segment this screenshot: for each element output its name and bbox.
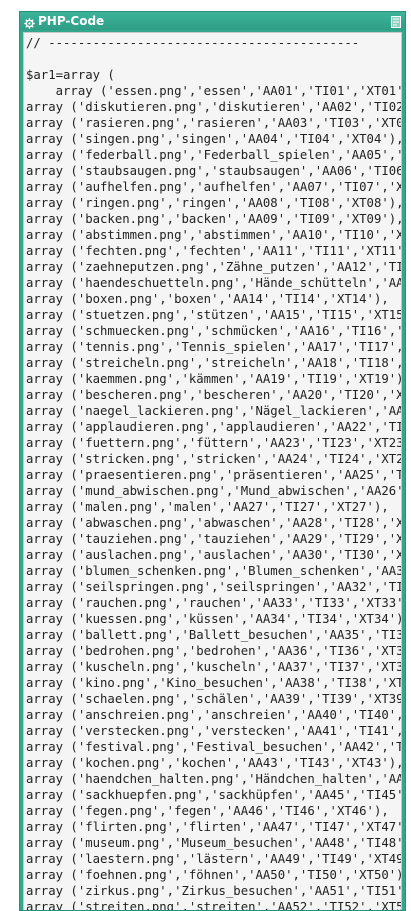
code-line: array ('laestern.png','lästern','AA49','… — [26, 852, 402, 866]
code-line: array ('boxen.png','boxen','AA14','TI14'… — [26, 292, 389, 306]
code-line: // -------------------------------------… — [26, 36, 360, 50]
code-line: array ('fegen.png','fegen','AA46','TI46'… — [26, 804, 389, 818]
code-line: array ('streicheln.png','streicheln','AA… — [26, 356, 402, 370]
php-code-panel: PHP-Code // ----------------------------… — [19, 11, 406, 911]
code-block: // -------------------------------------… — [24, 33, 401, 910]
code-line: array ('fechten.png','fechten','AA11','T… — [26, 244, 402, 258]
code-line: array ('zaehneputzen.png','Zähne_putzen'… — [26, 260, 402, 274]
code-line: array ('rasieren.png','rasieren','AA03',… — [26, 116, 402, 130]
code-box[interactable]: // -------------------------------------… — [23, 32, 402, 910]
code-line: array ('fuettern.png','füttern','AA23','… — [26, 436, 402, 450]
code-line: array ('zirkus.png','Zirkus_besuchen','A… — [26, 884, 402, 898]
code-line: array ('ringen.png','ringen','AA08','TI0… — [26, 196, 402, 210]
select-all-icon[interactable] — [391, 15, 401, 28]
code-line: array ('stuetzen.png','stützen','AA15','… — [26, 308, 402, 322]
code-line: array ('flirten.png','flirten','AA47','T… — [26, 820, 402, 834]
code-line: array ('seilspringen.png','seilspringen'… — [26, 580, 402, 594]
code-line: array ('haendeschuetteln.png','Hände_sch… — [26, 276, 402, 290]
code-line: array ('bedrohen.png','bedrohen','AA36',… — [26, 644, 402, 658]
code-line: array ('streiten.png','streiten','AA52',… — [26, 900, 402, 910]
code-line: array ('foehnen.png','föhnen','AA50','TI… — [26, 868, 402, 882]
code-line: array ('museum.png','Museum_besuchen','A… — [26, 836, 402, 850]
code-line: array ('staubsaugen.png','staubsaugen','… — [26, 164, 402, 178]
code-line: array ('naegel_lackieren.png','Nägel_lac… — [26, 404, 402, 418]
code-line: array ('sackhuepfen.png','sackhüpfen','A… — [26, 788, 402, 802]
code-line: array ('kuessen.png','küssen','AA34','TI… — [26, 612, 402, 626]
code-line: array ('stricken.png','stricken','AA24',… — [26, 452, 402, 466]
code-line: array ('haendchen_halten.png','Händchen_… — [26, 772, 402, 786]
code-line: array ('essen.png','essen','AA01','TI01'… — [26, 84, 402, 98]
code-line: array ('applaudieren.png','applaudieren'… — [26, 420, 402, 434]
code-line: array ('backen.png','backen','AA09','TI0… — [26, 212, 402, 226]
code-line: array ('diskutieren.png','diskutieren','… — [26, 100, 402, 114]
code-line: array ('singen.png','singen','AA04','TI0… — [26, 132, 402, 146]
code-line: array ('federball.png','Federball_spiele… — [26, 148, 402, 162]
code-line: array ('abwaschen.png','abwaschen','AA28… — [26, 516, 402, 530]
code-line: array ('rauchen.png','rauchen','AA33','T… — [26, 596, 402, 610]
code-line: array ('schmuecken.png','schmücken','AA1… — [26, 324, 402, 338]
code-line: array ('festival.png','Festival_besuchen… — [26, 740, 402, 754]
panel-header: PHP-Code — [20, 12, 405, 30]
code-line: array ('verstecken.png','verstecken','AA… — [26, 724, 402, 738]
code-line: array ('kaemmen.png','kämmen','AA19','TI… — [26, 372, 402, 386]
code-line: array ('auslachen.png','auslachen','AA30… — [26, 548, 402, 562]
code-line: array ('schaelen.png','schälen','AA39','… — [26, 692, 402, 706]
code-line: array ('praesentieren.png','präsentieren… — [26, 468, 402, 482]
code-line: array ('blumen_schenken.png','Blumen_sch… — [26, 564, 402, 578]
code-line: array ('bescheren.png','bescheren','AA20… — [26, 388, 402, 402]
code-line: array ('anschreien.png','anschreien','AA… — [26, 708, 402, 722]
code-line: array ('aufhelfen.png','aufhelfen','AA07… — [26, 180, 402, 194]
code-line: array ('tauziehen.png','tauziehen','AA29… — [26, 532, 402, 546]
panel-title: PHP-Code — [38, 14, 105, 28]
code-line: array ('malen.png','malen','AA27','TI27'… — [26, 500, 389, 514]
code-line: array ('kino.png','Kino_besuchen','AA38'… — [26, 676, 402, 690]
gear-icon — [24, 16, 35, 29]
code-line: array ('abstimmen.png','abstimmen','AA10… — [26, 228, 402, 242]
code-line: array ('kuscheln.png','kuscheln','AA37',… — [26, 660, 402, 674]
code-line: array ('mund_abwischen.png','Mund_abwisc… — [26, 484, 402, 498]
code-line: array ('ballett.png','Ballett_besuchen',… — [26, 628, 402, 642]
code-line: array ('tennis.png','Tennis_spielen','AA… — [26, 340, 402, 354]
code-line: array ('kochen.png','kochen','AA43','TI4… — [26, 756, 402, 770]
code-line: $ar1=array ( — [26, 68, 115, 82]
